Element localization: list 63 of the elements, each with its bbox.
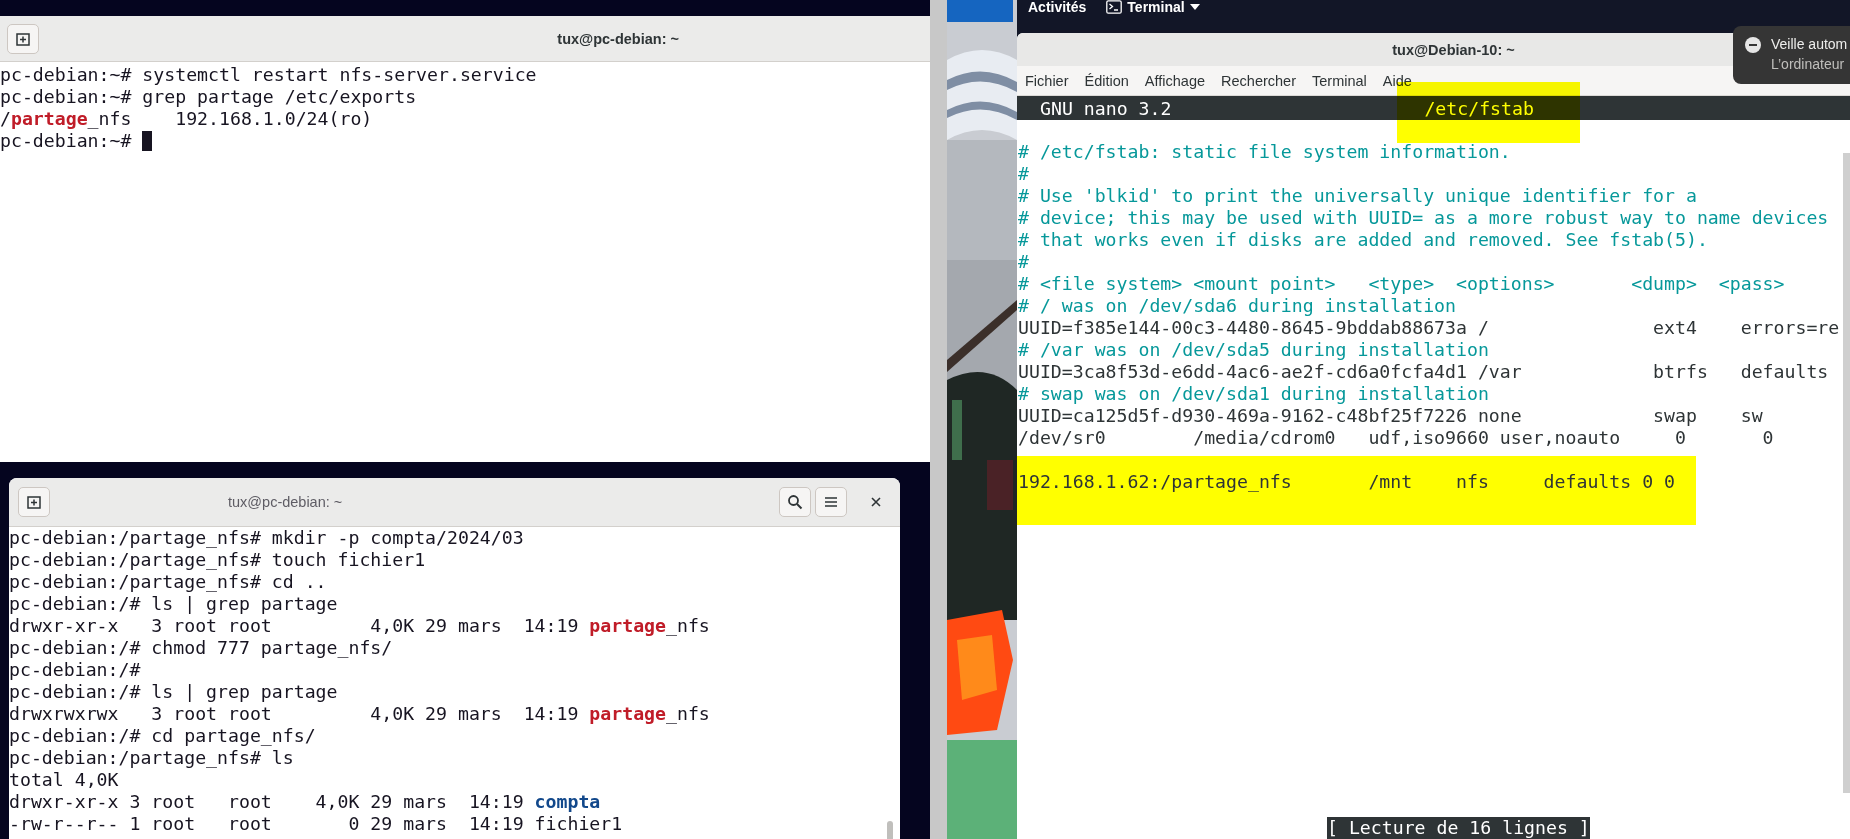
new-tab-button[interactable] [7, 23, 39, 54]
menu-item[interactable]: Terminal [1312, 72, 1367, 89]
terminal-line: pc-debian:/partage_nfs# touch fichier1 [9, 549, 426, 571]
terminal-line: total 4,0K [9, 769, 119, 791]
terminal-line: -rw-r--r-- 1 root root 0 29 mars 14:19 fichier1 [9, 813, 623, 835]
terminal-line: pc-debian:/# chmod 777 partage_nfs/ [9, 637, 393, 659]
minus-circle-icon [1745, 37, 1761, 53]
terminal-line: pc-debian:/partage_nfs# ls [9, 747, 294, 769]
code-line: /dev/sr0 /media/cdrom0 udf,iso9660 user,noauto 0 0 [1018, 427, 1775, 449]
scrollbar[interactable] [887, 821, 893, 839]
menu-item[interactable]: Affichage [1144, 72, 1206, 89]
code-line: # that works even if disks are added and removed. See fstab(5). [1018, 229, 1709, 251]
search-button[interactable] [779, 487, 811, 517]
status-message: [ Lecture de 16 lignes ] [1327, 817, 1590, 839]
code-line: # /var was on /dev/sda5 during installation [1018, 339, 1490, 361]
code-line: # swap was on /dev/sda1 during installation [1018, 383, 1490, 405]
code-line: UUID=ca125d5f-d930-469a-9162-c48bf25f7226 none swap sw [1018, 405, 1764, 427]
window-title: tux@pc-debian: ~ [228, 494, 343, 510]
scrollbar[interactable] [1843, 153, 1850, 793]
window-title: tux@Debian-10: ~ [1392, 41, 1515, 58]
code-line: # device; this may be used with UUID= as a more robust way to name devices [1018, 207, 1830, 229]
menu-item[interactable]: Édition [1084, 72, 1129, 89]
code-line: # [1018, 163, 1030, 185]
terminal-line: pc-debian:/# [9, 659, 141, 681]
terminal-line: pc-debian:/# cd partage_nfs/ [9, 725, 316, 747]
new-tab-icon [15, 30, 31, 47]
terminal-line: pc-debian:/# ls | grep partage [9, 593, 338, 615]
terminal-line: pc-debian:~# [0, 130, 132, 152]
terminal-line: drwxr-xr-x 3 root root 4,0K 29 mars 14:19 partage_nfs [9, 615, 710, 637]
menu-item[interactable]: Rechercher [1221, 72, 1296, 89]
code-line: # <file system> <mount point> <type> <options> <dump> <pass> [1018, 273, 1786, 295]
notification-text: L’ordinateur [1771, 56, 1846, 72]
terminal-line: drwxrwxrwx 3 root root 4,0K 29 mars 14:19 partage_nfs [9, 703, 710, 725]
terminal-line: /partage_nfs 192.168.1.0/24(ro) [0, 108, 373, 130]
code-line: # Use 'blkid' to print the universally unique identifier for a [1018, 185, 1698, 207]
terminal-line: pc-debian:/partage_nfs# mkdir -p compta/2024/03 [9, 527, 524, 549]
terminal-icon [1106, 0, 1123, 14]
code-line: UUID=3ca8f53d-e6dd-4ac6-ae2f-cd6a0fcfa4d1 /var btrfs defaults [1018, 361, 1830, 383]
code-line: # / was on /dev/sda6 during installation [1018, 295, 1457, 317]
menu-item[interactable]: Fichier [1025, 72, 1069, 89]
terminal-line: pc-debian:~# grep partage /etc/exports [0, 86, 417, 108]
code-line: UUID=f385e144-00c3-4480-8645-9bddab88673a / ext4 errors=re [1018, 317, 1841, 339]
notification-title: Veille autom [1771, 36, 1848, 52]
caret-icon [1189, 4, 1200, 10]
search-icon [787, 494, 803, 510]
app-menu[interactable]: Terminal [1106, 0, 1200, 14]
editor-version: GNU nano 3.2 [1040, 97, 1172, 119]
terminal-line: drwxr-xr-x 3 root root 4,0K 29 mars 14:19 compta [9, 791, 601, 813]
activities-button[interactable]: Activités [1028, 0, 1087, 14]
menu-icon [824, 496, 838, 508]
file-name: /etc/fstab [1424, 97, 1534, 119]
notification[interactable]: Veille autom L’ordinateur [1733, 26, 1850, 84]
menu-item[interactable]: Aide [1382, 72, 1412, 89]
close-icon [871, 497, 881, 507]
window-title: tux@pc-debian: ~ [557, 30, 679, 47]
terminal-line: pc-debian:~# systemctl restart nfs-server.service [0, 64, 537, 86]
code-line: # /etc/fstab: static file system information. [1018, 141, 1512, 163]
terminal-line: pc-debian:/partage_nfs# cd .. [9, 571, 327, 593]
terminal-line: pc-debian:/# ls | grep partage [9, 681, 338, 703]
code-line: # [1018, 251, 1030, 273]
new-tab-button[interactable] [18, 487, 50, 517]
new-tab-icon [26, 494, 42, 510]
menu-button[interactable] [815, 487, 847, 517]
